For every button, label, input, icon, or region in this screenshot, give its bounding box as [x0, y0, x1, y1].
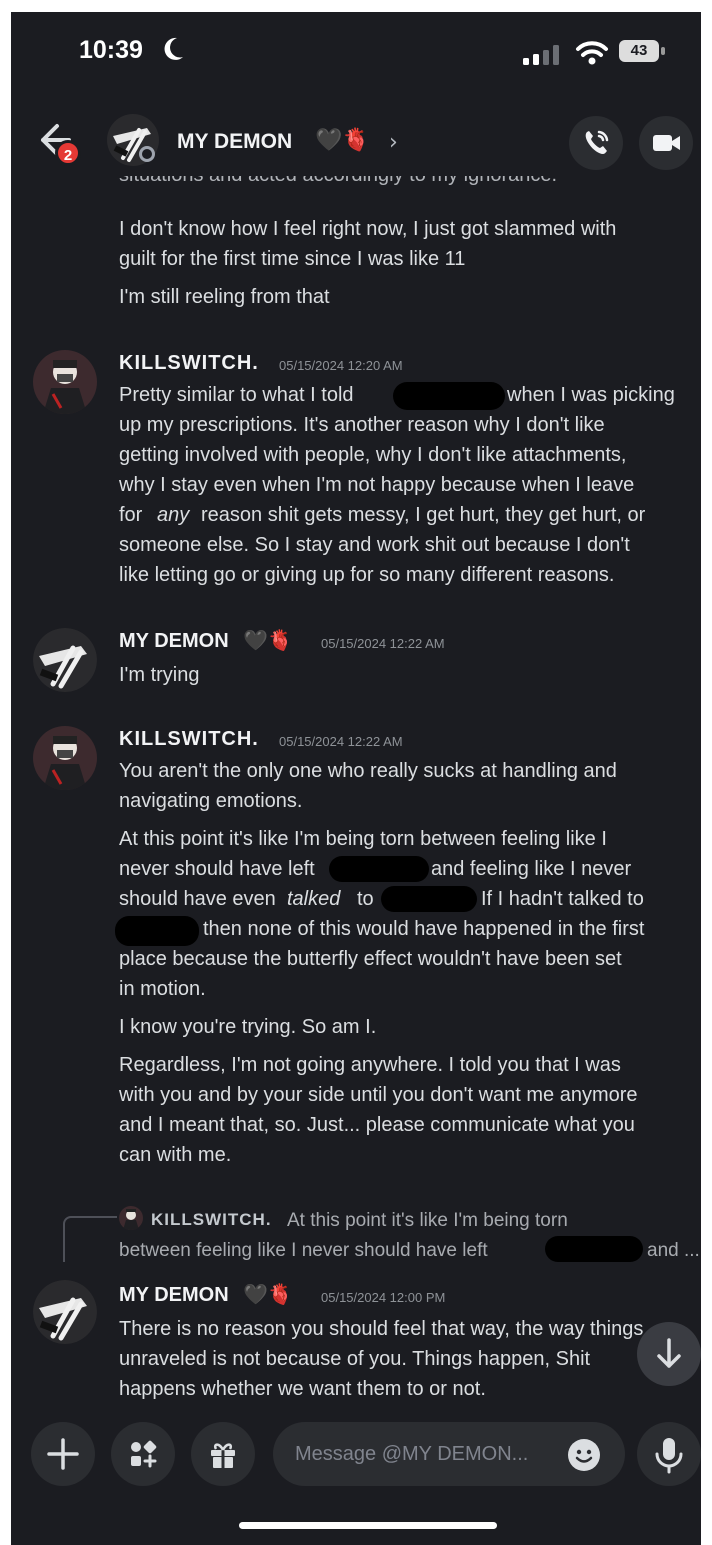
header-title[interactable]: MY DEMON — [177, 130, 292, 154]
battery-level: 43 — [630, 42, 648, 59]
message-line: in motion. — [119, 978, 206, 1000]
message-line: then none of this would have happened in… — [203, 918, 645, 940]
message-timestamp: 05/15/2024 12:00 PM — [321, 1290, 446, 1305]
message-author[interactable]: MY DEMON — [119, 630, 229, 653]
unread-badge: 2 — [55, 140, 81, 166]
redaction-bar — [381, 886, 477, 912]
apps-button[interactable] — [111, 1422, 175, 1486]
reply-connector — [63, 1216, 117, 1262]
message-line: There is no reason you should feel that … — [119, 1318, 644, 1340]
voice-message-button[interactable] — [637, 1422, 701, 1486]
redaction-bar — [115, 916, 199, 946]
message-line: Pretty similar to what I told — [119, 384, 354, 406]
my-demon-avatar[interactable] — [33, 628, 97, 692]
message-line: like letting go or giving up for so many… — [119, 564, 615, 586]
reply-author[interactable]: KILLSWITCH. — [151, 1210, 272, 1230]
message-composer — [11, 1404, 701, 1504]
message-line: why I stay even when I'm not happy becau… — [119, 474, 635, 496]
message-line: I know you're trying. So am I. — [119, 1016, 377, 1038]
message-line: with you and by your side until you don'… — [119, 1084, 638, 1106]
message-timestamp: 05/15/2024 12:20 AM — [279, 358, 403, 373]
reply-text[interactable]: and ... — [647, 1240, 700, 1262]
message-line: someone else. So I stay and work shit ou… — [119, 534, 630, 556]
battery-indicator: 43 — [619, 40, 667, 64]
video-call-button[interactable] — [639, 116, 693, 170]
message-line: I'm trying — [119, 664, 200, 686]
author-decor: 🖤🫀 — [243, 628, 293, 652]
reply-text[interactable]: At this point it's like I'm being torn — [287, 1210, 568, 1232]
phone-icon — [585, 130, 609, 154]
gift-icon — [211, 1443, 235, 1468]
message-line: Regardless, I'm not going anywhere. I to… — [119, 1054, 621, 1076]
emoji-icon[interactable] — [567, 1438, 601, 1472]
message-author[interactable]: KILLSWITCH. — [119, 728, 259, 751]
message-line: for — [119, 504, 143, 526]
message-timestamp: 05/15/2024 12:22 AM — [279, 734, 403, 749]
message-author[interactable]: KILLSWITCH. — [119, 352, 259, 375]
message-line-italic: any — [157, 504, 190, 526]
message-line: navigating emotions. — [119, 790, 303, 812]
message-line: guilt for the first time since I was lik… — [119, 248, 466, 270]
killswitch-avatar[interactable] — [33, 350, 97, 414]
add-attachment-button[interactable] — [31, 1422, 95, 1486]
redaction-bar — [545, 1236, 643, 1262]
killswitch-avatar[interactable] — [33, 726, 97, 790]
status-time: 10:39 — [79, 36, 143, 64]
message-line: getting involved with people, why I don'… — [119, 444, 627, 466]
reply-avatar — [119, 1206, 143, 1230]
message-line: and I meant that, so. Just... please com… — [119, 1114, 635, 1136]
message-timestamp: 05/15/2024 12:22 AM — [321, 636, 445, 651]
message-line: never should have left — [119, 858, 315, 880]
video-camera-icon — [653, 135, 680, 151]
moon-icon — [164, 37, 183, 60]
message-line: I'm still reeling from that — [119, 286, 330, 308]
message-line: unraveled is not because of you. Things … — [119, 1348, 591, 1370]
arrow-down-icon — [657, 1338, 681, 1368]
message-line: and feeling like I never — [431, 858, 632, 880]
message-author[interactable]: MY DEMON — [119, 1284, 229, 1307]
wifi-icon — [576, 41, 608, 65]
plus-icon — [47, 1438, 79, 1470]
message-line: happens whether we want them to or not. — [119, 1378, 486, 1400]
message-line: to — [357, 888, 374, 910]
author-decor: 🖤🫀 — [243, 1282, 293, 1306]
home-indicator[interactable] — [239, 1522, 497, 1529]
message-line: can with me. — [119, 1144, 232, 1166]
phone-screen: 10:39 43 2 MY DEMON 🖤🫀 › I don't know ho… — [11, 12, 701, 1545]
cellular-signal-icon — [523, 45, 559, 65]
status-indicator — [139, 146, 155, 162]
message-line-italic: talked — [287, 888, 341, 910]
message-line: reason shit gets messy, I get hurt, they… — [201, 504, 646, 526]
message-line: I don't know how I feel right now, I jus… — [119, 218, 617, 240]
message-line: place because the butterfly effect would… — [119, 948, 622, 970]
redaction-bar — [329, 856, 429, 882]
redaction-bar — [393, 382, 505, 410]
message-line: If I hadn't talked to — [481, 888, 644, 910]
message-line: At this point it's like I'm being torn b… — [119, 828, 607, 850]
my-demon-avatar[interactable] — [33, 1280, 97, 1344]
reply-text[interactable]: between feeling like I never should have… — [119, 1240, 488, 1262]
message-line: should have even — [119, 888, 276, 910]
gift-button[interactable] — [191, 1422, 255, 1486]
message-text-cut: situations and acted accordingly to my i… — [119, 176, 557, 187]
message-line: up my prescriptions. It's another reason… — [119, 414, 605, 436]
status-bar: 10:39 43 — [11, 12, 701, 92]
message-list[interactable]: situations and acted accordingly to my i… — [11, 176, 701, 1402]
apps-icon — [131, 1440, 157, 1468]
dm-header: 2 MY DEMON 🖤🫀 › — [11, 102, 701, 182]
voice-call-button[interactable] — [569, 116, 623, 170]
header-chevron-icon[interactable]: › — [389, 130, 398, 155]
jump-to-bottom-button[interactable] — [637, 1322, 701, 1386]
message-line: when I was picking — [507, 384, 675, 406]
microphone-icon — [655, 1438, 683, 1474]
header-title-decor: 🖤🫀 — [315, 128, 370, 153]
message-line: You aren't the only one who really sucks… — [119, 760, 617, 782]
